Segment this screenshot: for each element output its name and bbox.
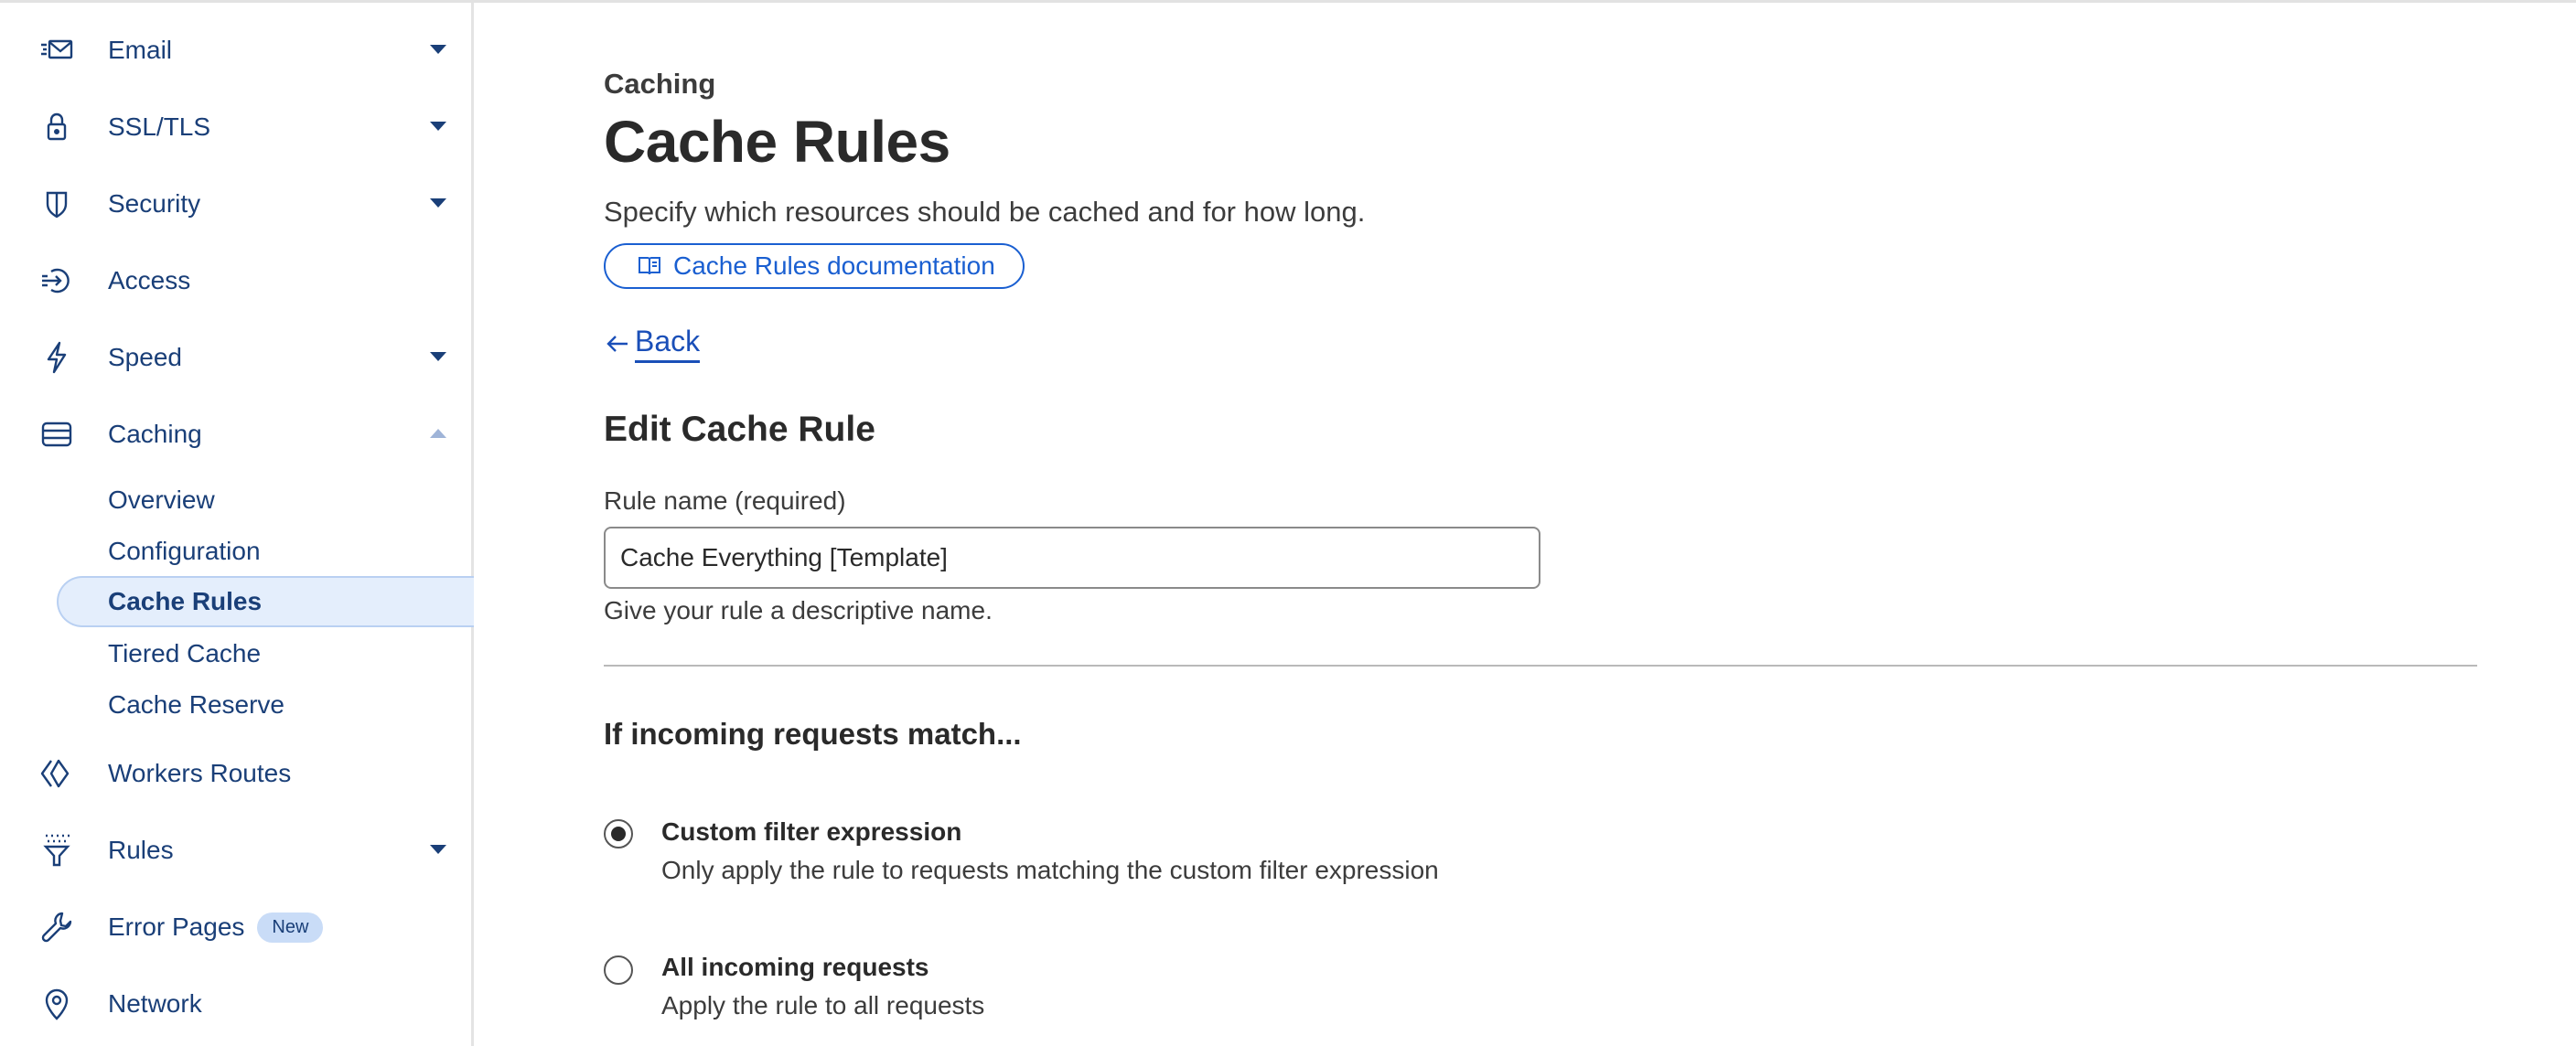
documentation-link[interactable]: Cache Rules documentation [604,243,1025,289]
divider [604,665,2477,667]
access-icon [37,261,77,301]
page-description: Specify which resources should be cached… [604,196,1366,228]
email-icon [37,30,77,70]
sidebar-item-label: Network [108,989,202,1018]
sidebar-item-caching[interactable]: Caching [0,407,471,462]
sidebar-item-label: SSL/TLS [108,112,211,141]
chevron-up-icon [430,429,446,438]
custom-filter-title: Custom filter expression [661,817,962,846]
rule-name-helper: Give your rule a descriptive name. [604,596,993,624]
chevron-down-icon [430,845,446,854]
wrench-icon [37,907,77,947]
sidebar-item-rules[interactable]: Rules [0,823,471,878]
chevron-down-icon [430,45,446,54]
sidebar-item-label: Caching [108,420,202,448]
page-title: Cache Rules [604,109,950,175]
all-requests-title: All incoming requests [661,953,929,981]
all-requests-description: Apply the rule to all requests [661,991,985,1019]
sidebar-item-workers-routes[interactable]: Workers Routes [0,746,471,801]
sidebar-subitem-tiered-cache[interactable]: Tiered Cache [108,639,261,668]
custom-filter-radio[interactable] [604,819,633,849]
sidebar-item-security[interactable]: Security [0,176,471,231]
back-link[interactable]: Back [604,325,701,363]
sidebar-item-label: Error Pages [108,913,245,941]
sidebar-subitem-overview[interactable]: Overview [108,486,215,515]
sidebar-item-label: Speed [108,343,182,371]
sidebar-item-label: Rules [108,836,174,864]
sidebar: Email SSL/TLS Security Access Speed Cach [0,3,474,1046]
documentation-link-label: Cache Rules documentation [673,251,995,280]
breadcrumb: Caching [604,68,716,100]
location-pin-icon [37,984,77,1024]
sidebar-item-label: Workers Routes [108,759,292,787]
rule-name-input[interactable] [604,527,1540,589]
arrow-left-icon [606,336,628,352]
new-badge: New [257,912,324,943]
back-link-label: Back [635,325,701,363]
sidebar-item-network[interactable]: Network [0,977,471,1031]
chevron-down-icon [430,352,446,361]
lock-icon [37,107,77,147]
main-content: Caching Cache Rules Specify which resour… [604,0,2525,1046]
chevron-down-icon [430,122,446,131]
chevron-down-icon [430,198,446,208]
match-section-title: If incoming requests match... [604,717,1022,751]
custom-filter-description: Only apply the rule to requests matching… [661,856,1439,884]
section-title: Edit Cache Rule [604,410,875,449]
sidebar-item-label: Access [108,266,191,294]
sidebar-subitem-configuration[interactable]: Configuration [108,537,261,566]
sidebar-subitem-cache-reserve[interactable]: Cache Reserve [108,690,284,720]
rule-name-label: Rule name (required) [604,486,846,515]
sidebar-item-speed[interactable]: Speed [0,330,471,385]
book-icon [639,257,660,275]
workers-icon [37,753,77,794]
rules-icon [37,830,77,870]
sidebar-item-error-pages[interactable]: Error Pages New [0,900,471,955]
lightning-icon [37,337,77,378]
sidebar-item-label: Security [108,189,201,218]
sidebar-item-label: Email [108,36,173,64]
shield-icon [37,184,77,224]
sidebar-item-access[interactable]: Access [0,253,471,308]
caching-icon [37,414,77,454]
all-requests-radio[interactable] [604,955,633,985]
sidebar-item-email[interactable]: Email [0,23,471,78]
sidebar-item-label-group: Error Pages New [108,912,324,943]
sidebar-item-ssl-tls[interactable]: SSL/TLS [0,100,471,155]
sidebar-subitem-cache-rules[interactable]: Cache Rules [108,587,262,616]
